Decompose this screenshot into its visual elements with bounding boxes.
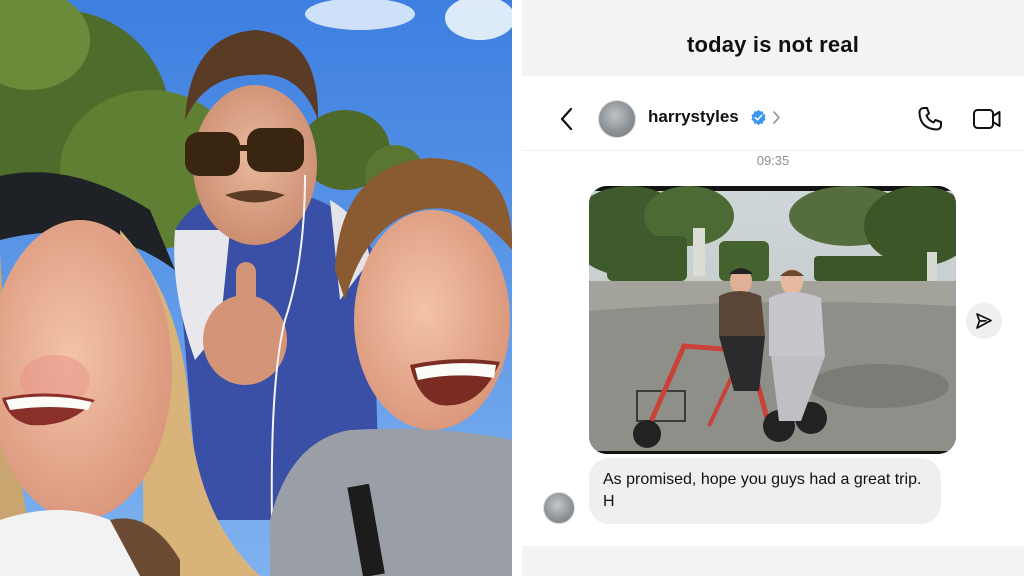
text-message-bubble[interactable]: As promised, hope you guys had a great t… [589,458,941,524]
caption-text: today is not real [686,32,860,57]
selfie-photo [0,0,512,576]
selfie-photo-illustration [0,0,512,576]
message-timestamp: 09:35 [756,153,790,168]
caption-bar: today is not real [522,0,1024,76]
sender-avatar[interactable] [543,492,575,524]
share-button[interactable] [966,303,1002,339]
back-button[interactable] [552,104,580,134]
chevron-left-icon [560,107,573,131]
chat-username[interactable]: harrystyles [648,107,739,127]
image-divider [512,0,522,576]
chevron-right-icon[interactable] [772,109,782,126]
chat-header: harrystyles [522,92,1024,146]
photo-message-image [589,186,956,454]
verified-badge-icon [751,109,766,126]
video-camera-icon[interactable] [972,105,1002,133]
photo-message[interactable] [589,186,956,454]
phone-icon[interactable] [916,105,944,133]
dm-screen: today is not real harrystyles 09:35 As p… [522,0,1024,576]
send-paper-plane-icon [976,313,992,329]
footer-bar [522,546,1024,576]
header-separator [522,150,1024,151]
profile-avatar[interactable] [598,100,636,138]
